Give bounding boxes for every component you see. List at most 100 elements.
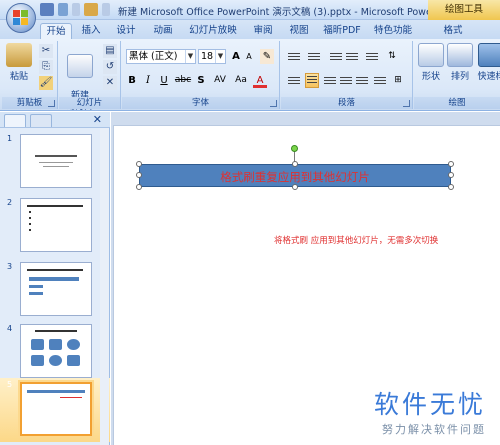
slide-thumbnail-row[interactable]: 3 xyxy=(0,260,110,320)
new-slide-icon xyxy=(67,54,93,78)
resize-handle-s[interactable] xyxy=(292,184,298,190)
tab-animation[interactable]: 动画 xyxy=(150,23,176,39)
chevron-down-icon[interactable] xyxy=(72,3,80,16)
tab-foxit-pdf[interactable]: 福昕PDF xyxy=(322,23,362,39)
align-left-icon[interactable] xyxy=(287,75,301,87)
close-icon[interactable]: ✕ xyxy=(93,113,102,126)
increase-indent-icon[interactable] xyxy=(345,51,359,63)
tab-design[interactable]: 设计 xyxy=(113,23,139,39)
numbering-icon[interactable] xyxy=(307,51,321,63)
slide-thumbnail-row-selected[interactable]: 5 xyxy=(0,378,110,442)
tab-view[interactable]: 视图 xyxy=(286,23,312,39)
clear-format-icon[interactable]: ✎ xyxy=(260,49,274,64)
quick-styles-label: 快速样 xyxy=(477,72,500,82)
pane-scrollbar[interactable] xyxy=(100,128,109,445)
resize-handle-e[interactable] xyxy=(448,172,454,178)
bullets-icon[interactable] xyxy=(287,51,301,63)
chevron-down-icon[interactable]: ▼ xyxy=(215,50,225,63)
paste-button[interactable]: 粘贴 xyxy=(6,43,32,82)
copy-icon[interactable]: ⎘ xyxy=(39,60,53,74)
arrange-icon xyxy=(447,43,473,67)
slide-number: 2 xyxy=(7,198,13,207)
slide-thumbnail[interactable] xyxy=(20,134,92,188)
save-icon[interactable] xyxy=(40,3,54,16)
change-case-button[interactable]: Aa xyxy=(233,73,249,88)
font-group-label: 字体 xyxy=(122,97,279,109)
thumb-shape xyxy=(31,339,44,350)
slide-thumbnail[interactable] xyxy=(20,262,92,316)
font-color-button[interactable]: A xyxy=(253,73,267,88)
columns-icon[interactable] xyxy=(373,75,387,87)
layout-icon[interactable]: ▤ xyxy=(103,44,117,58)
slide-thumbnail[interactable] xyxy=(20,324,92,378)
shapes-label: 形状 xyxy=(421,72,440,82)
format-painter-icon[interactable]: 🖌 xyxy=(39,76,53,90)
resize-handle-n[interactable] xyxy=(292,161,298,167)
resize-handle-ne[interactable] xyxy=(448,161,454,167)
decrease-indent-icon[interactable] xyxy=(329,51,343,63)
document-title: 新建 Microsoft Office PowerPoint 演示文稿 (3).… xyxy=(118,7,460,18)
shadow-button[interactable]: S xyxy=(195,73,207,88)
thumb-title xyxy=(35,330,77,332)
drawing-tools-context-tab[interactable]: 绘图工具 xyxy=(428,0,500,20)
line-spacing-icon[interactable] xyxy=(365,51,379,63)
shapes-icon xyxy=(418,43,444,67)
resize-handle-sw[interactable] xyxy=(136,184,142,190)
tab-features[interactable]: 特色功能 xyxy=(372,23,414,39)
customize-qat-icon[interactable] xyxy=(102,3,110,16)
paragraph-launcher-icon[interactable] xyxy=(403,100,410,107)
shrink-font-button[interactable]: A xyxy=(243,49,255,64)
thumb-bullet xyxy=(29,217,31,219)
thumb-shape xyxy=(29,285,43,288)
tab-insert[interactable]: 插入 xyxy=(78,23,104,39)
grow-font-button[interactable]: A xyxy=(230,49,242,64)
outline-tab-icon[interactable] xyxy=(30,114,52,127)
slides-group-label: 幻灯片 xyxy=(59,97,120,109)
reset-icon[interactable]: ↺ xyxy=(103,60,117,74)
smartart-icon[interactable]: ⊞ xyxy=(391,73,405,88)
shapes-button[interactable]: 形状 xyxy=(418,43,444,82)
resize-handle-nw[interactable] xyxy=(136,161,142,167)
align-center-icon[interactable] xyxy=(305,73,319,88)
delete-slide-icon[interactable]: ✕ xyxy=(103,76,117,90)
tab-format[interactable]: 格式 xyxy=(438,23,468,39)
italic-button[interactable]: I xyxy=(142,73,154,88)
title-text[interactable]: 格式刷重复应用到其他幻灯片 xyxy=(140,169,450,185)
font-name-combo[interactable]: 黑体 (正文) ▼ xyxy=(126,49,196,64)
thumb-text xyxy=(60,397,82,398)
thumb-shape xyxy=(67,339,80,350)
open-folder-icon[interactable] xyxy=(84,3,98,16)
tab-review[interactable]: 审阅 xyxy=(250,23,276,39)
chevron-down-icon[interactable]: ▼ xyxy=(185,50,195,63)
rotation-handle[interactable] xyxy=(291,145,298,152)
thumb-bullet xyxy=(29,223,31,225)
body-text[interactable]: 将格式刷 应用到其他幻灯片，无需多次切换 xyxy=(274,234,438,246)
char-spacing-button[interactable]: AV xyxy=(211,73,229,88)
slide-thumbnail[interactable] xyxy=(20,198,92,252)
justify-icon[interactable] xyxy=(339,75,353,87)
strikethrough-button[interactable]: abc xyxy=(174,73,192,88)
distribute-icon[interactable] xyxy=(355,75,369,87)
font-launcher-icon[interactable] xyxy=(270,100,277,107)
font-size-combo[interactable]: 18 ▼ xyxy=(198,49,226,64)
office-button[interactable] xyxy=(6,3,36,33)
undo-icon[interactable] xyxy=(58,3,68,16)
clipboard-launcher-icon[interactable] xyxy=(48,100,55,107)
quick-styles-button[interactable]: 快速样 xyxy=(476,43,500,82)
tab-home[interactable]: 开始 xyxy=(40,23,72,39)
tab-slideshow[interactable]: 幻灯片放映 xyxy=(187,23,239,39)
cut-icon[interactable]: ✂ xyxy=(39,44,53,58)
slide-thumbnail-row[interactable]: 1 xyxy=(0,132,110,192)
bold-button[interactable]: B xyxy=(126,73,138,88)
slide-thumbnail-selected[interactable] xyxy=(20,382,92,436)
thumb-title xyxy=(27,269,83,271)
resize-handle-se[interactable] xyxy=(448,184,454,190)
arrange-button[interactable]: 排列 xyxy=(447,43,473,82)
slide-thumbnail-row[interactable]: 2 xyxy=(0,196,110,256)
align-right-icon[interactable] xyxy=(323,75,337,87)
text-direction-icon[interactable]: ⇅ xyxy=(385,49,399,64)
slides-tab-icon[interactable] xyxy=(4,114,26,127)
underline-button[interactable]: U xyxy=(158,73,170,88)
resize-handle-w[interactable] xyxy=(136,172,142,178)
slide-thumbnail-row[interactable]: 4 xyxy=(0,322,110,382)
